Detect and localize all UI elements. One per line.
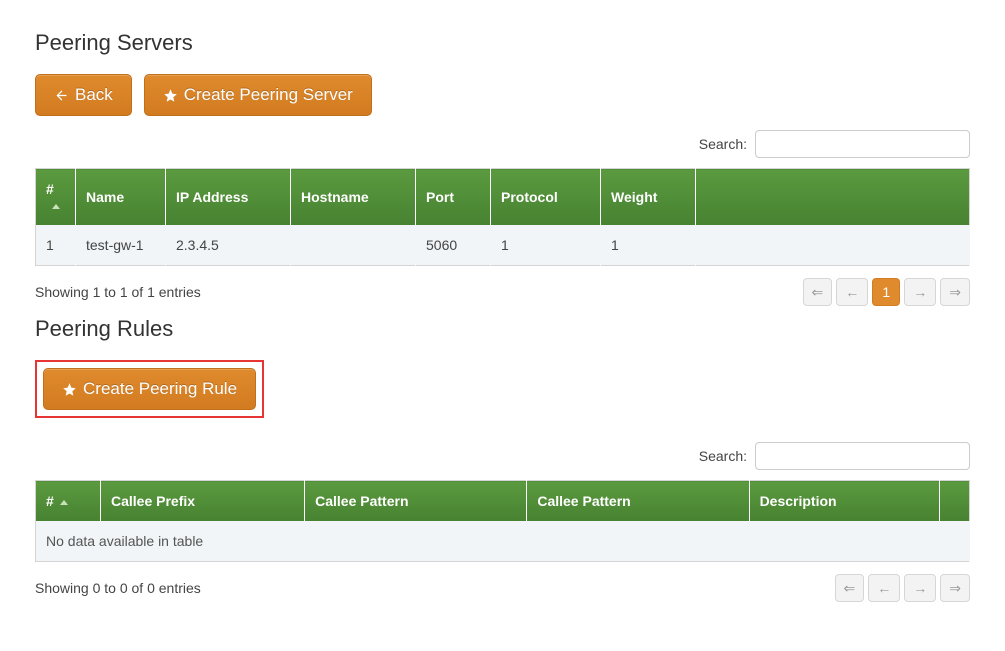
pager-page-button[interactable]: 1 — [872, 278, 900, 306]
col-pattern2[interactable]: Callee Pattern — [527, 481, 749, 522]
servers-info: Showing 1 to 1 of 1 entries — [35, 284, 201, 300]
rules-table: # Callee Prefix Callee Pattern Callee Pa… — [35, 480, 970, 562]
pager-prev-button[interactable]: ← — [836, 278, 868, 306]
cell-hostname — [291, 225, 416, 266]
pager-first-button[interactable]: ⇐ — [835, 574, 865, 602]
col-protocol[interactable]: Protocol — [491, 169, 601, 226]
rules-info: Showing 0 to 0 of 0 entries — [35, 580, 201, 596]
create-rule-label: Create Peering Rule — [83, 379, 237, 399]
rules-footer: Showing 0 to 0 of 0 entries ⇐ ← → ⇒ — [35, 574, 970, 602]
col-hostname[interactable]: Hostname — [291, 169, 416, 226]
col-actions — [696, 169, 970, 226]
servers-footer: Showing 1 to 1 of 1 entries ⇐ ← 1 → ⇒ — [35, 278, 970, 306]
arrow-left-icon — [54, 88, 69, 103]
servers-search-input[interactable] — [755, 130, 970, 158]
cell-actions — [696, 225, 970, 266]
star-icon — [62, 382, 77, 397]
table-row[interactable]: 1 test-gw-1 2.3.4.5 5060 1 1 — [36, 225, 970, 266]
col-ip[interactable]: IP Address — [166, 169, 291, 226]
create-server-button[interactable]: Create Peering Server — [144, 74, 372, 116]
star-icon — [163, 88, 178, 103]
col-id-label: # — [46, 493, 54, 509]
servers-title: Peering Servers — [35, 30, 970, 56]
cell-protocol: 1 — [491, 225, 601, 266]
pager-next-button[interactable]: → — [904, 574, 936, 602]
rules-title: Peering Rules — [35, 316, 970, 342]
col-id[interactable]: # — [36, 481, 101, 522]
col-id[interactable]: # — [36, 169, 76, 226]
pager-first-button[interactable]: ⇐ — [803, 278, 833, 306]
pager-prev-button[interactable]: ← — [868, 574, 900, 602]
col-weight[interactable]: Weight — [601, 169, 696, 226]
rules-search-label: Search: — [699, 448, 747, 464]
col-prefix[interactable]: Callee Prefix — [101, 481, 305, 522]
servers-search-row: Search: — [35, 130, 970, 158]
servers-search-label: Search: — [699, 136, 747, 152]
pager-last-button[interactable]: ⇒ — [940, 278, 970, 306]
servers-table: # Name IP Address Hostname Port Protocol… — [35, 168, 970, 266]
empty-message: No data available in table — [36, 521, 970, 562]
rules-pager: ⇐ ← → ⇒ — [835, 574, 970, 602]
col-port[interactable]: Port — [416, 169, 491, 226]
sort-asc-icon — [60, 500, 68, 505]
cell-weight: 1 — [601, 225, 696, 266]
create-rule-button[interactable]: Create Peering Rule — [43, 368, 256, 410]
col-desc[interactable]: Description — [749, 481, 939, 522]
col-pattern1[interactable]: Callee Pattern — [305, 481, 527, 522]
rules-search-input[interactable] — [755, 442, 970, 470]
create-server-label: Create Peering Server — [184, 85, 353, 105]
col-id-label: # — [46, 181, 54, 197]
empty-row: No data available in table — [36, 521, 970, 562]
cell-name: test-gw-1 — [76, 225, 166, 266]
pager-next-button[interactable]: → — [904, 278, 936, 306]
servers-pager: ⇐ ← 1 → ⇒ — [803, 278, 970, 306]
sort-asc-icon — [52, 204, 60, 209]
servers-toolbar: Back Create Peering Server — [35, 74, 970, 116]
back-button[interactable]: Back — [35, 74, 132, 116]
pager-last-button[interactable]: ⇒ — [940, 574, 970, 602]
cell-id: 1 — [36, 225, 76, 266]
cell-port: 5060 — [416, 225, 491, 266]
col-name[interactable]: Name — [76, 169, 166, 226]
col-actions — [940, 481, 970, 522]
rules-search-row: Search: — [35, 442, 970, 470]
cell-ip: 2.3.4.5 — [166, 225, 291, 266]
create-rule-highlight: Create Peering Rule — [35, 360, 264, 418]
back-label: Back — [75, 85, 113, 105]
